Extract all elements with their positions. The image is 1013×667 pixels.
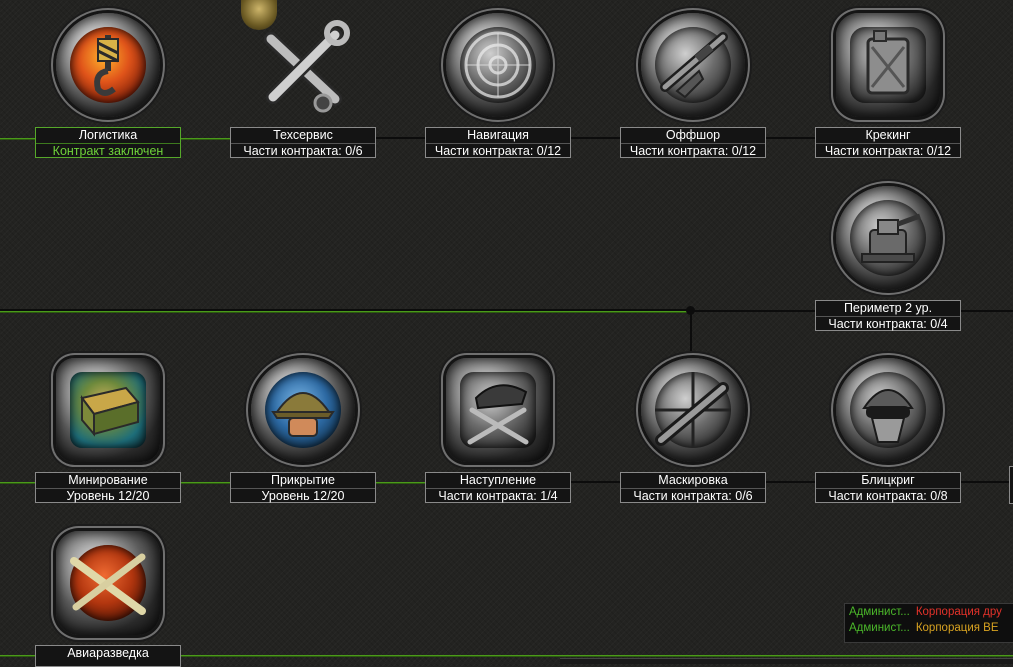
- radar-icon[interactable]: [446, 13, 550, 117]
- skill-label: Периметр 2 ур. Части контракта: 0/4: [815, 300, 961, 331]
- connector-row2-d: [766, 481, 816, 483]
- connector-row2-e: [961, 481, 1011, 483]
- chat-sender[interactable]: Админист...: [849, 606, 910, 618]
- skill-status: Уровень 12/20: [36, 488, 180, 504]
- rifle-icon[interactable]: [641, 13, 745, 117]
- helmet-icon[interactable]: [251, 358, 355, 462]
- skill-status: Части контракта: 0/12: [426, 143, 570, 159]
- turret-icon[interactable]: [836, 186, 940, 290]
- skill-title: Техсервис: [273, 128, 333, 142]
- connector-row1-done: [181, 138, 231, 139]
- skill-title: Логистика: [78, 128, 138, 142]
- jerrycan-icon[interactable]: [836, 13, 940, 117]
- connector-row2-start: [0, 482, 36, 483]
- skill-status: Части контракта: 0/12: [621, 143, 765, 159]
- connector-row1-c: [766, 137, 816, 139]
- skill-label: Навигация Части контракта: 0/12: [425, 127, 571, 158]
- skill-label: Прикрытие Уровень 12/20: [230, 472, 376, 503]
- connector-vertical: [690, 312, 692, 359]
- connector-middle-dark: [0, 309, 690, 311]
- skill-label: Маскировка Части контракта: 0/6: [620, 472, 766, 503]
- skill-title: Прикрытие: [271, 473, 335, 487]
- skill-title: Маскировка: [658, 473, 728, 487]
- skill-status: Части контракта: 0/6: [621, 488, 765, 504]
- chat-message[interactable]: Админист... Корпорация ВЕ: [845, 620, 1013, 636]
- skill-label: Логистика Контракт заключен: [35, 127, 181, 158]
- skill-title: Оффшор: [665, 128, 721, 142]
- skill-title: Периметр 2 ур.: [843, 301, 933, 315]
- skill-label: Блицкриг Части контракта: 0/8: [815, 472, 961, 503]
- skill-title: Навигация: [467, 128, 529, 142]
- offscreen-node-edge: [1009, 466, 1013, 504]
- sniper-scope-icon[interactable]: [641, 358, 745, 462]
- skill-label: Оффшор Части контракта: 0/12: [620, 127, 766, 158]
- chat-corporation[interactable]: Корпорация ВЕ: [916, 622, 999, 634]
- drone-icon[interactable]: [56, 531, 160, 635]
- connector-row1-start: [0, 138, 36, 139]
- connector-row1-b: [571, 137, 621, 139]
- bottom-bar: [560, 658, 1013, 664]
- skill-status: Части контракта: 0/12: [816, 143, 960, 159]
- chat-sender[interactable]: Админист...: [849, 622, 910, 634]
- crane-hook-icon[interactable]: [56, 13, 160, 117]
- skill-label: Минирование Уровень 12/20: [35, 472, 181, 503]
- connector-middle-right: [690, 310, 816, 312]
- connector-middle-green: [0, 311, 690, 312]
- skill-status: Контракт заключен: [36, 143, 180, 159]
- skill-title: Наступление: [459, 473, 537, 487]
- skill-status: Части контракта: 0/8: [816, 488, 960, 504]
- connector-row2-c: [571, 481, 621, 483]
- skill-title: Авиаразведка: [67, 646, 149, 660]
- beret-knives-icon[interactable]: [446, 358, 550, 462]
- chat-message[interactable]: Админист... Корпорация дру: [845, 604, 1013, 620]
- skill-status: Части контракта: 0/4: [816, 316, 960, 332]
- skill-label: Авиаразведка: [35, 645, 181, 667]
- soldier-goggles-icon[interactable]: [836, 358, 940, 462]
- skill-label: Крекинг Части контракта: 0/12: [815, 127, 961, 158]
- skill-status: Уровень 12/20: [231, 488, 375, 504]
- connector-row2-a: [181, 482, 231, 483]
- wrench-screwdriver-icon[interactable]: [251, 13, 355, 117]
- skill-label: Наступление Части контракта: 1/4: [425, 472, 571, 503]
- skill-status: Части контракта: 0/6: [231, 143, 375, 159]
- mine-box-icon[interactable]: [56, 358, 160, 462]
- skill-label: Техсервис Части контракта: 0/6: [230, 127, 376, 158]
- connector-row1-a: [376, 137, 426, 139]
- skill-title: Блицкриг: [861, 473, 915, 487]
- chat-corporation[interactable]: Корпорация дру: [916, 606, 1002, 618]
- skill-title: Крекинг: [865, 128, 911, 142]
- chat-panel[interactable]: Админист... Корпорация дру Админист... Кор…: [844, 603, 1013, 643]
- connector-row2-b: [376, 482, 426, 483]
- skill-title: Минирование: [68, 473, 148, 487]
- skill-status: Части контракта: 1/4: [426, 488, 570, 504]
- connector-middle-far: [961, 310, 1013, 312]
